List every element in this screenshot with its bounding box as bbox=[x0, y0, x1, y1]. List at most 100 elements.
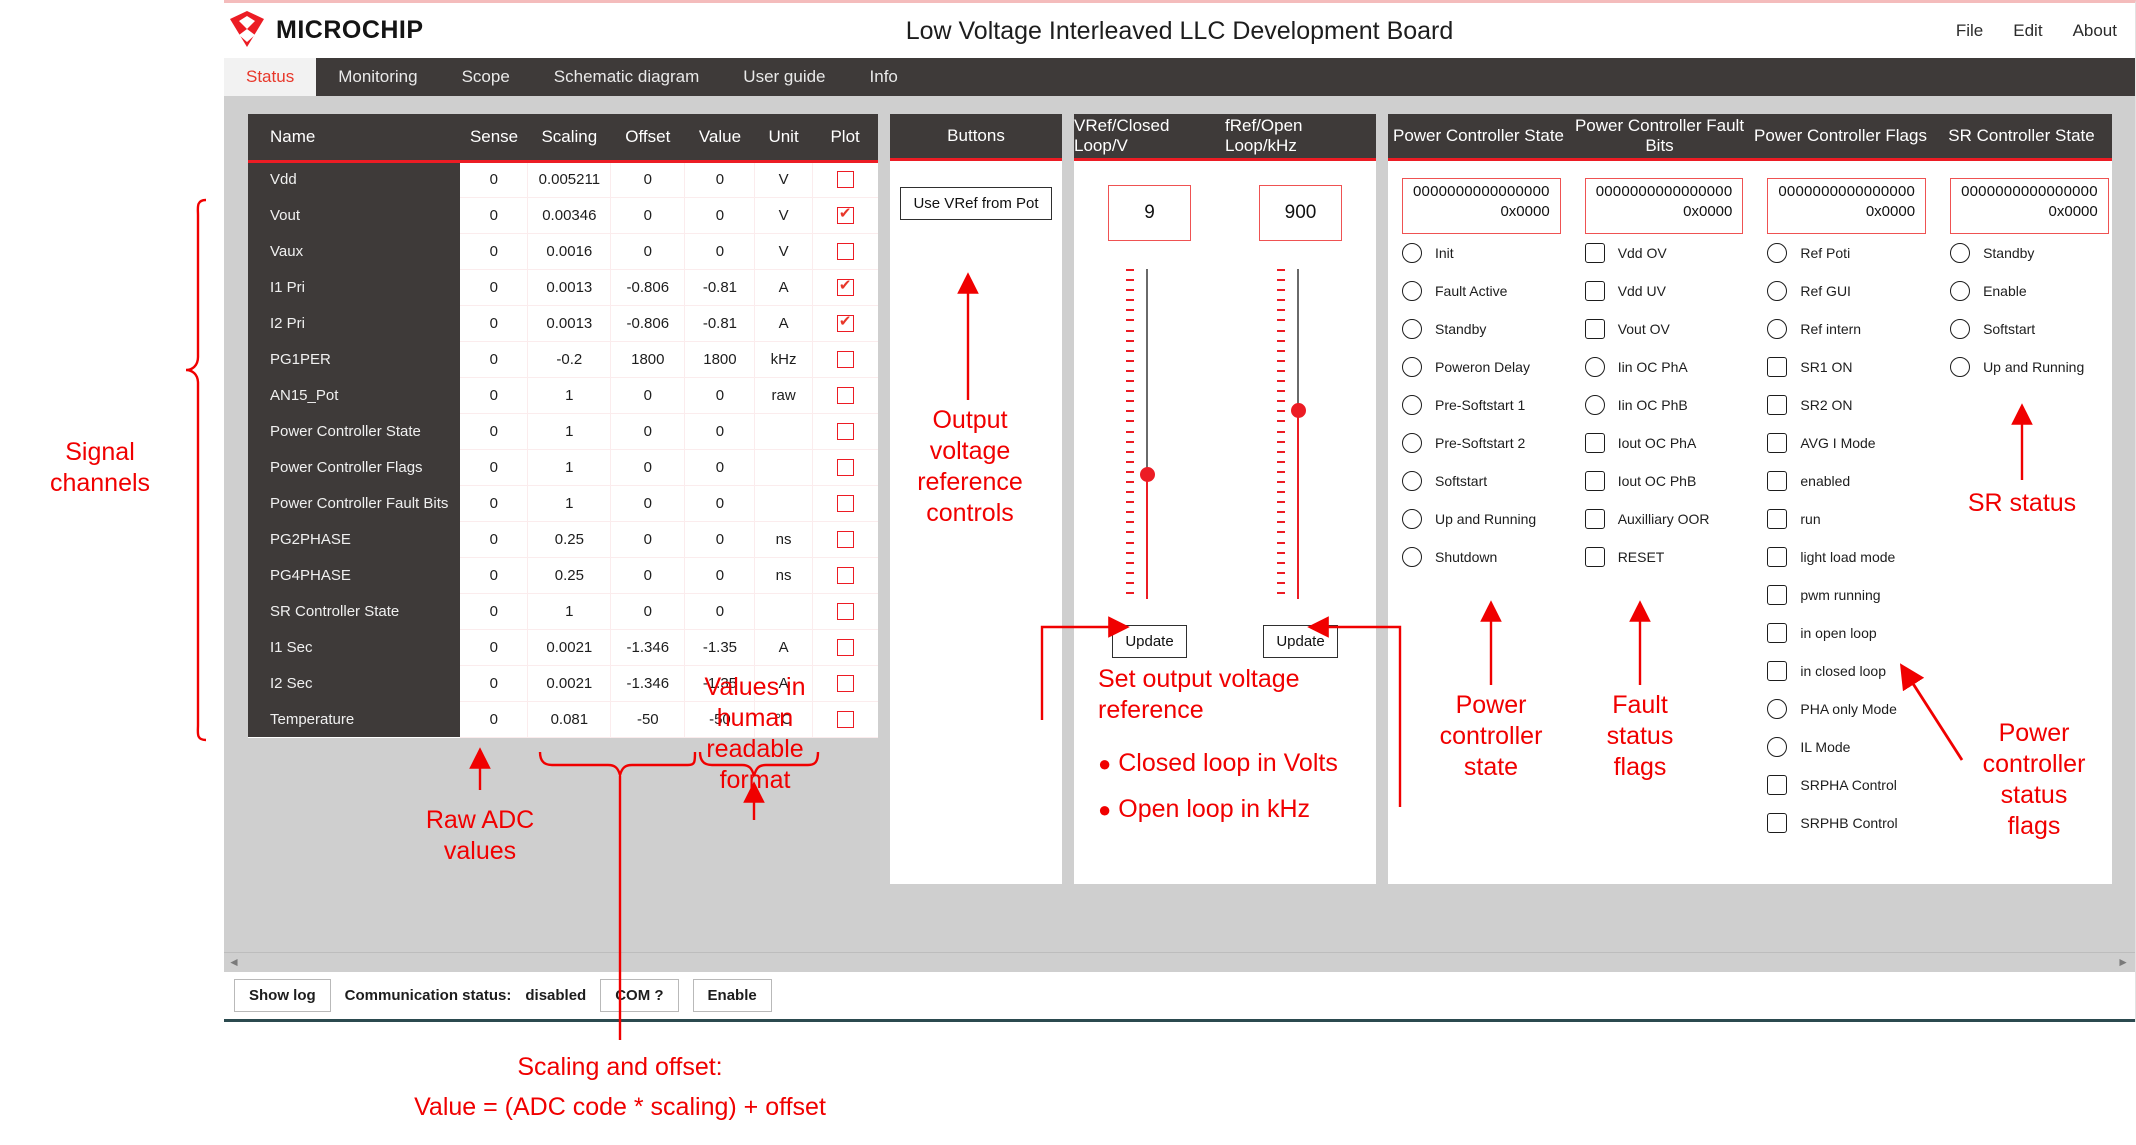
plot-checkbox[interactable] bbox=[836, 602, 854, 620]
pc-flags-flag-label: Ref GUI bbox=[1800, 283, 1851, 299]
plot-checkbox[interactable] bbox=[836, 638, 854, 656]
tab-status[interactable]: Status bbox=[224, 58, 317, 96]
slider-tick bbox=[1125, 480, 1134, 483]
cell-name: I2 Pri bbox=[248, 305, 461, 341]
show-log-button[interactable]: Show log bbox=[234, 979, 331, 1012]
vref-update-button[interactable]: Update bbox=[1112, 625, 1187, 658]
pc-state-radio[interactable] bbox=[1402, 357, 1422, 377]
pc-flags-checkbox[interactable] bbox=[1767, 623, 1788, 643]
pc-flags-checkbox[interactable] bbox=[1767, 585, 1788, 605]
pc-fault-checkbox[interactable] bbox=[1584, 547, 1605, 567]
enable-button[interactable]: Enable bbox=[692, 979, 772, 1012]
plot-checkbox[interactable] bbox=[836, 458, 854, 476]
pc-fault-flag-row: Iin OC PhB bbox=[1584, 386, 1744, 424]
pc-flags-checkbox[interactable] bbox=[1767, 433, 1788, 453]
plot-checkbox[interactable] bbox=[836, 422, 854, 440]
pc-flags-register[interactable]: 0000000000000000 0x0000 bbox=[1767, 178, 1927, 234]
plot-checkbox[interactable] bbox=[836, 350, 854, 368]
pc-state-radio[interactable] bbox=[1402, 281, 1422, 301]
sr-state-radio[interactable] bbox=[1950, 357, 1971, 377]
sr-state-radio[interactable] bbox=[1950, 319, 1971, 339]
plot-checkbox[interactable] bbox=[836, 674, 854, 692]
pc-flags-checkbox[interactable] bbox=[1767, 395, 1788, 415]
pc-fault-checkbox[interactable] bbox=[1584, 509, 1605, 529]
cell-unit: A bbox=[754, 629, 813, 666]
horizontal-scrollbar[interactable]: ◄ ► bbox=[224, 952, 2135, 972]
com-port-button[interactable]: COM ? bbox=[600, 979, 679, 1012]
pc-flags-checkbox[interactable] bbox=[1767, 509, 1788, 529]
pc-state-radio[interactable] bbox=[1402, 319, 1422, 339]
tab-monitoring[interactable]: Monitoring bbox=[316, 58, 439, 96]
menu-item-file[interactable]: File bbox=[1956, 21, 1983, 41]
pc-state-radio[interactable] bbox=[1402, 395, 1422, 415]
pc-state-radio[interactable] bbox=[1402, 509, 1422, 529]
pc-fault-register[interactable]: 0000000000000000 0x0000 bbox=[1584, 178, 1744, 234]
menu-item-edit[interactable]: Edit bbox=[2013, 21, 2042, 41]
plot-checkbox[interactable] bbox=[836, 204, 854, 224]
pc-flags-checkbox[interactable] bbox=[1767, 471, 1788, 491]
pc-state-radio[interactable] bbox=[1402, 433, 1422, 453]
plot-checkbox[interactable] bbox=[836, 566, 854, 584]
pc-flags-radio[interactable] bbox=[1767, 243, 1788, 263]
tab-info[interactable]: Info bbox=[848, 58, 920, 96]
pc-state-radio[interactable] bbox=[1402, 243, 1422, 263]
slider-tick bbox=[1276, 410, 1285, 413]
pc-state-radio[interactable] bbox=[1402, 471, 1422, 491]
vref-value-field[interactable]: 9 bbox=[1108, 185, 1191, 241]
slider-tick bbox=[1125, 511, 1134, 514]
cell-unit: V bbox=[754, 197, 813, 234]
pc-fault-checkbox[interactable] bbox=[1584, 433, 1605, 453]
plot-checkbox[interactable] bbox=[836, 171, 854, 189]
scroll-right-icon[interactable]: ► bbox=[2117, 955, 2129, 969]
pc-fault-checkbox[interactable] bbox=[1584, 243, 1605, 263]
pc-flags-flag-row: Ref intern bbox=[1767, 310, 1926, 348]
pc-flags-flag-label: run bbox=[1800, 511, 1821, 527]
pc-flags-radio[interactable] bbox=[1767, 319, 1788, 339]
sr-state-radio[interactable] bbox=[1950, 281, 1971, 301]
pc-state-radio[interactable] bbox=[1402, 547, 1422, 567]
pc-fault-checkbox[interactable] bbox=[1584, 319, 1605, 339]
sr-state-flag-row: Standby bbox=[1950, 234, 2109, 272]
plot-checkbox[interactable] bbox=[836, 312, 854, 332]
vref-slider[interactable] bbox=[1120, 265, 1180, 603]
fref-value-field[interactable]: 900 bbox=[1259, 185, 1342, 241]
scroll-left-icon[interactable]: ◄ bbox=[228, 955, 240, 969]
cell-sense: 0 bbox=[460, 593, 529, 630]
tab-scope[interactable]: Scope bbox=[440, 58, 532, 96]
pc-fault-radio[interactable] bbox=[1584, 395, 1605, 415]
plot-checkbox[interactable] bbox=[836, 494, 854, 512]
vref-fref-panel-header: VRef/Closed Loop/V fRef/Open Loop/kHz bbox=[1074, 114, 1376, 161]
pc-flags-checkbox[interactable] bbox=[1767, 547, 1788, 567]
plot-checkbox[interactable] bbox=[836, 386, 854, 404]
pc-flags-checkbox[interactable] bbox=[1767, 813, 1788, 833]
sr-state-radio[interactable] bbox=[1950, 243, 1971, 263]
vref-slider-knob[interactable] bbox=[1139, 466, 1155, 482]
pc-fault-checkbox[interactable] bbox=[1584, 471, 1605, 491]
fref-update-button[interactable]: Update bbox=[1263, 625, 1338, 658]
fref-slider[interactable] bbox=[1271, 265, 1331, 603]
fref-slider-knob[interactable] bbox=[1290, 402, 1306, 418]
pc-fault-radio[interactable] bbox=[1584, 357, 1605, 377]
sr-state-register[interactable]: 0000000000000000 0x0000 bbox=[1950, 178, 2109, 234]
pc-flags-radio[interactable] bbox=[1767, 699, 1788, 719]
slider-tick bbox=[1276, 319, 1285, 322]
annotation-human-readable: Values in human readable format bbox=[704, 673, 806, 794]
use-vref-from-pot-button[interactable]: Use VRef from Pot bbox=[900, 187, 1052, 220]
pc-flags-checkbox[interactable] bbox=[1767, 661, 1788, 681]
plot-checkbox[interactable] bbox=[836, 530, 854, 548]
pc-flags-radio[interactable] bbox=[1767, 281, 1788, 301]
pc-flags-checkbox[interactable] bbox=[1767, 357, 1788, 377]
tab-schematic-diagram[interactable]: Schematic diagram bbox=[532, 58, 722, 96]
pc-flags-flag-row: SRPHA Control bbox=[1767, 766, 1926, 804]
plot-checkbox[interactable] bbox=[836, 242, 854, 260]
plot-checkbox[interactable] bbox=[836, 710, 854, 728]
pc-flags-radio[interactable] bbox=[1767, 737, 1788, 757]
cell-scaling: -0.2 bbox=[527, 341, 612, 378]
menu-item-about[interactable]: About bbox=[2073, 21, 2117, 41]
cell-sense: 0 bbox=[460, 449, 529, 486]
plot-checkbox[interactable] bbox=[836, 276, 854, 296]
tab-user-guide[interactable]: User guide bbox=[721, 58, 847, 96]
pc-fault-checkbox[interactable] bbox=[1584, 281, 1605, 301]
pc-flags-checkbox[interactable] bbox=[1767, 775, 1788, 795]
pc-state-register[interactable]: 0000000000000000 0x0000 bbox=[1402, 178, 1561, 234]
